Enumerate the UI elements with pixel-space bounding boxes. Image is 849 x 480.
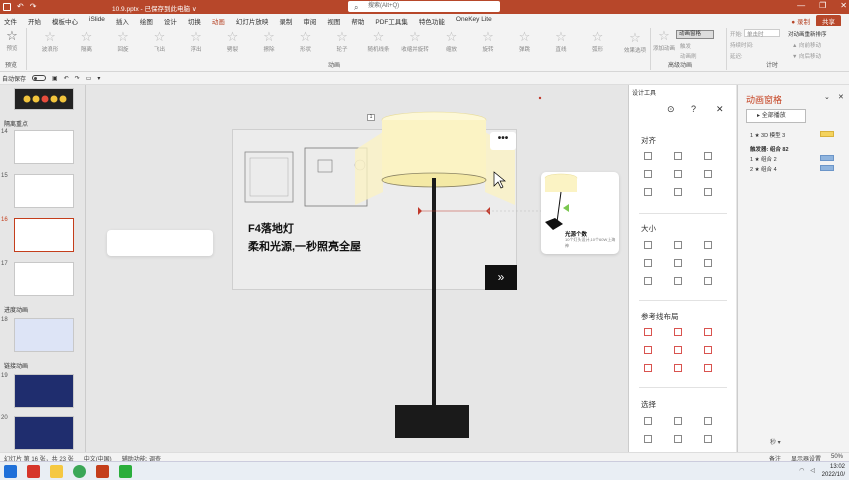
tool-icon[interactable] bbox=[704, 435, 712, 443]
tool-icon[interactable] bbox=[644, 152, 652, 160]
start-icon[interactable] bbox=[4, 465, 17, 478]
chevron-down-icon[interactable]: ⌄ bbox=[824, 93, 830, 101]
tool-icon[interactable] bbox=[674, 152, 682, 160]
tool-icon[interactable] bbox=[644, 277, 652, 285]
tool-icon[interactable] bbox=[644, 259, 652, 267]
timeline-bar bbox=[820, 155, 834, 161]
tool-icon[interactable] bbox=[704, 241, 712, 249]
text-placeholder-box[interactable] bbox=[107, 230, 213, 256]
tool-icon[interactable] bbox=[644, 417, 652, 425]
tool-icon[interactable] bbox=[674, 188, 682, 196]
powerpoint-icon[interactable] bbox=[96, 465, 109, 478]
floorplan-sketch bbox=[317, 159, 333, 173]
tool-icon[interactable] bbox=[704, 170, 712, 178]
select-section-title: 选择 bbox=[641, 400, 656, 409]
tool-icon[interactable] bbox=[704, 277, 712, 285]
design-pane-scrollbar[interactable] bbox=[626, 100, 629, 450]
wifi-icon[interactable]: ◠ bbox=[799, 467, 804, 474]
tool-icon[interactable] bbox=[704, 152, 712, 160]
system-tray: ◠ ◁ bbox=[799, 467, 815, 474]
seconds-dropdown[interactable]: 秒 ▾ bbox=[770, 437, 781, 446]
animation-order-badge[interactable]: 1 bbox=[367, 114, 375, 121]
card-subtitle: 10个灯头设计,10个60W上海神 bbox=[565, 237, 616, 248]
tool-icon[interactable] bbox=[674, 435, 682, 443]
tool-icon[interactable] bbox=[644, 188, 652, 196]
clock-time: 13:02 bbox=[829, 464, 845, 470]
tool-icon[interactable] bbox=[704, 417, 712, 425]
trigger-label: 触发器: 组合 82 bbox=[750, 147, 789, 153]
animation-item[interactable]: 1 ★ 组合 2 bbox=[750, 155, 777, 163]
tool-icon[interactable] bbox=[674, 259, 682, 267]
lamp-shade[interactable] bbox=[382, 120, 486, 180]
tool-icon[interactable] bbox=[674, 364, 682, 372]
size-section-title: 大小 bbox=[641, 224, 656, 233]
red-dot bbox=[538, 96, 542, 100]
divider bbox=[639, 300, 727, 301]
tool-icon[interactable] bbox=[644, 241, 652, 249]
animation-item[interactable]: 2 ★ 组合 4 bbox=[750, 165, 777, 173]
help-icon[interactable]: ? bbox=[691, 104, 696, 114]
tool-icon[interactable] bbox=[674, 170, 682, 178]
status-bar: 幻灯片 第 16 张，共 23 张 中文(中国) 辅助功能: 调查 备注 显示器… bbox=[0, 452, 849, 463]
guides-section-title: 参考线布局 bbox=[641, 312, 679, 321]
floorplan-sketch bbox=[244, 151, 294, 203]
tool-icon[interactable] bbox=[704, 188, 712, 196]
next-arrow-button[interactable]: » bbox=[485, 265, 517, 290]
timeline-bar bbox=[820, 165, 834, 171]
timeline-bar bbox=[820, 131, 834, 137]
slide-subtitle[interactable]: 柔和光源,一秒照亮全屋 bbox=[248, 238, 361, 254]
mini-lamp-graphic bbox=[544, 173, 578, 230]
slide-title[interactable]: F4落地灯 bbox=[248, 220, 294, 236]
taskbar: ◠ ◁ 13:02 2022/10/ bbox=[0, 461, 849, 480]
lamp-pole bbox=[432, 178, 436, 408]
more-options-button[interactable]: ••• bbox=[490, 132, 516, 150]
light-ray bbox=[355, 132, 383, 205]
tool-icon[interactable] bbox=[644, 328, 652, 336]
tool-icon[interactable] bbox=[704, 346, 712, 354]
animation-item[interactable]: 1 ★ 3D 模型 3 bbox=[750, 131, 785, 139]
divider bbox=[639, 213, 727, 214]
tool-icon[interactable] bbox=[674, 241, 682, 249]
tool-icon[interactable] bbox=[674, 346, 682, 354]
settings-icon[interactable]: ⊙ bbox=[667, 104, 675, 115]
animation-pane-title: 动画窗格 bbox=[746, 95, 783, 105]
wechat-icon[interactable] bbox=[119, 465, 132, 478]
tool-icon[interactable] bbox=[704, 259, 712, 267]
dimension-marker-icon bbox=[418, 207, 422, 215]
wps-icon[interactable] bbox=[27, 465, 40, 478]
close-icon[interactable]: ✕ bbox=[716, 104, 724, 115]
chrome-icon[interactable] bbox=[73, 465, 86, 478]
tool-icon[interactable] bbox=[644, 170, 652, 178]
info-card[interactable]: 光源个数 10个灯头设计,10个60W上海神 bbox=[541, 172, 619, 254]
folder-icon[interactable] bbox=[50, 465, 63, 478]
clock[interactable]: 13:02 2022/10/ bbox=[822, 463, 845, 479]
play-all-label: 全部播放 bbox=[761, 113, 786, 119]
align-section-title: 对齐 bbox=[641, 136, 656, 145]
tool-icon[interactable] bbox=[674, 277, 682, 285]
tool-icon[interactable] bbox=[644, 346, 652, 354]
design-tools-pane: 设计工具 ⊙ ? ✕ 对齐 大小 参考线布局 选择 bbox=[628, 85, 736, 452]
tool-icon[interactable] bbox=[704, 364, 712, 372]
tool-icon[interactable] bbox=[674, 328, 682, 336]
divider bbox=[639, 387, 727, 388]
tool-icon[interactable] bbox=[674, 417, 682, 425]
play-all-button[interactable]: ▸ 全部播放 bbox=[746, 109, 806, 123]
tool-icon[interactable] bbox=[704, 328, 712, 336]
animation-pane: 动画窗格 ⌄ ✕ ▸ 全部播放 1 ★ 3D 模型 3 触发器: 组合 82 1… bbox=[737, 85, 849, 452]
volume-icon[interactable]: ◁ bbox=[810, 467, 815, 474]
floorplan-sketch bbox=[249, 157, 289, 197]
design-tools-header: 设计工具 bbox=[632, 91, 657, 97]
clock-date: 2022/10/ bbox=[821, 472, 845, 478]
close-icon[interactable]: ✕ bbox=[838, 93, 844, 101]
lamp-base bbox=[395, 405, 469, 438]
tool-icon[interactable] bbox=[644, 435, 652, 443]
tool-icon[interactable] bbox=[644, 364, 652, 372]
